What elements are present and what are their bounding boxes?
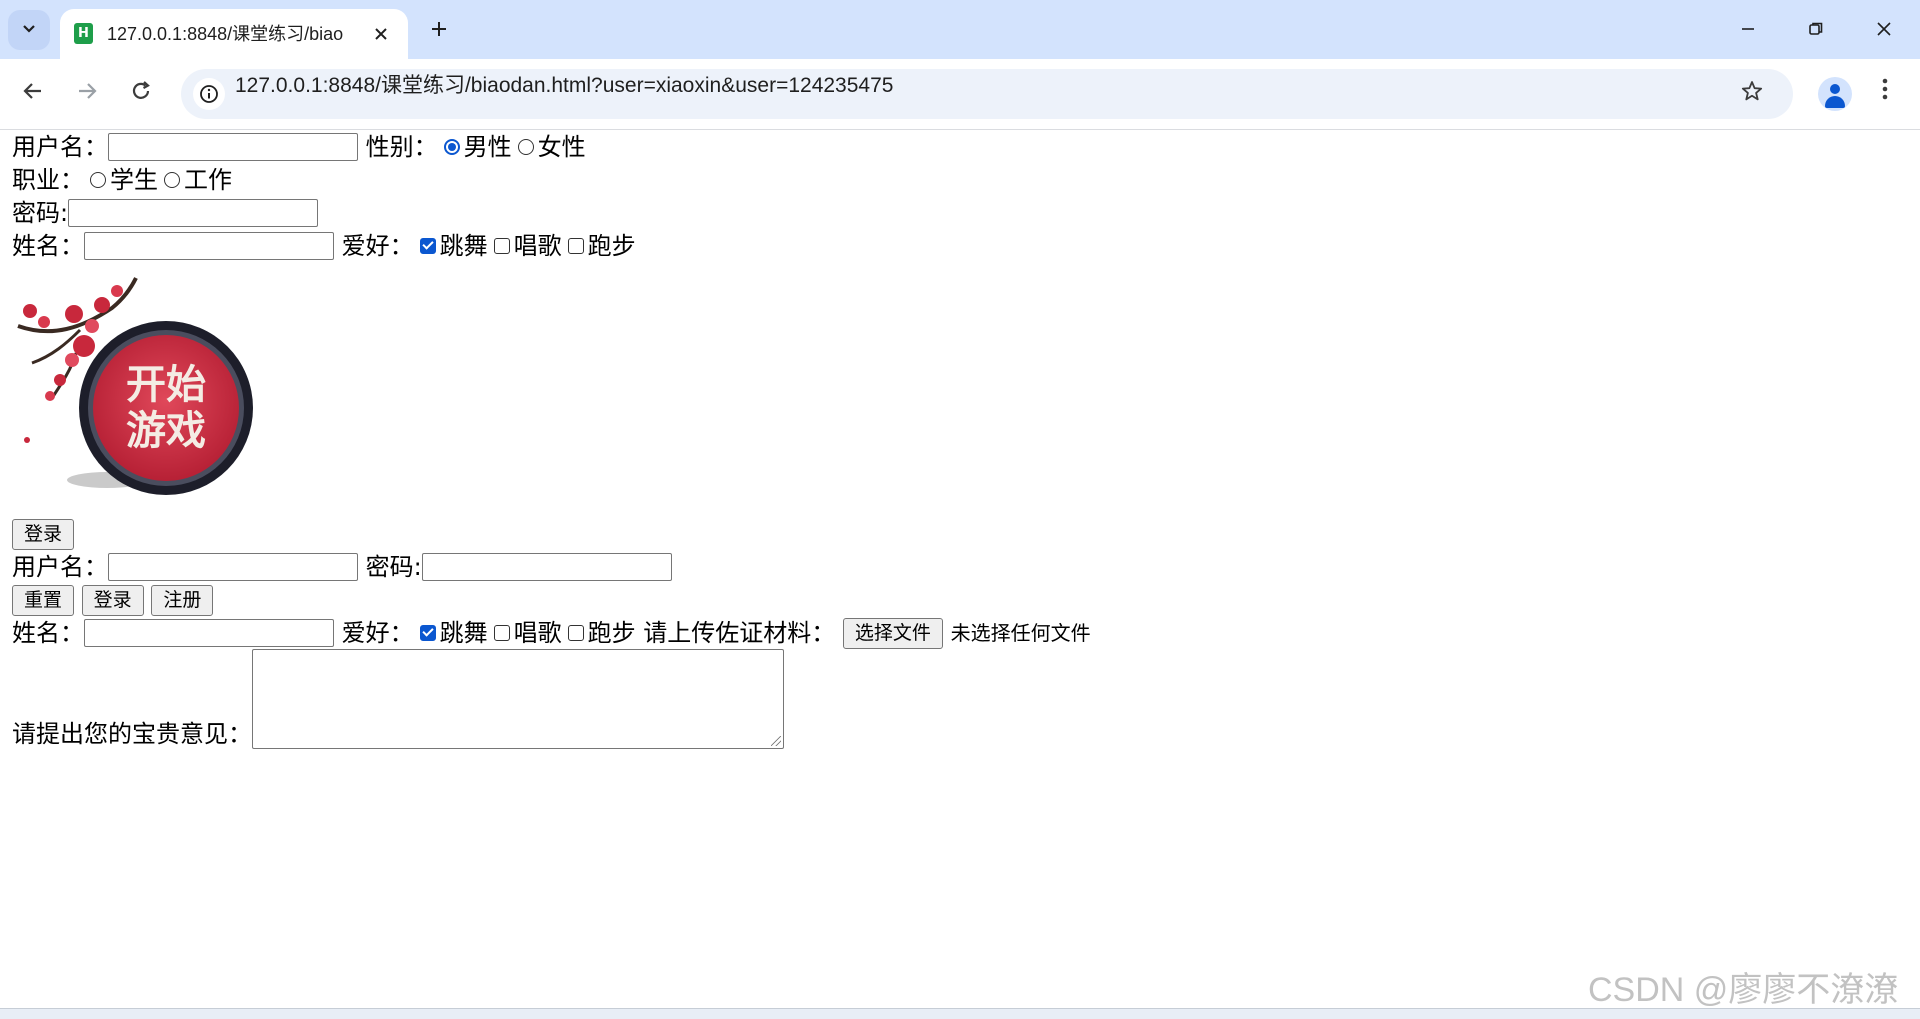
job-label: 职业：: [12, 165, 84, 194]
minimize-button[interactable]: [1728, 12, 1768, 48]
image-text-line1: 开始: [126, 361, 206, 408]
browser-toolbar: 127.0.0.1:8848/课堂练习/biaodan.html?user=xi…: [0, 59, 1920, 130]
password-label: 密码:: [12, 198, 69, 227]
info-icon: [200, 85, 218, 103]
chevron-down-icon: [21, 20, 37, 40]
row-job: 职业： 学生 工作: [12, 163, 1912, 196]
plus-icon: [432, 22, 446, 36]
feedback-label: 请提出您的宝贵意见：: [12, 720, 252, 748]
row-name2-hobby2-upload: 姓名： 爱好： 跳舞 唱歌 跑步 请上传佐证材料： 选择文件 未选择任何文件: [12, 616, 1912, 649]
hobby-checkbox-dance[interactable]: [419, 238, 436, 254]
job-option-work: 工作: [184, 165, 232, 194]
upload-label: 请上传佐证材料：: [643, 618, 836, 647]
row-login: 登录: [12, 517, 1912, 550]
register-button[interactable]: 注册: [151, 584, 214, 616]
tab-title: 127.0.0.1:8848/课堂练习/biao: [107, 24, 344, 44]
gender-option-male: 男性: [463, 132, 512, 161]
address-bar[interactable]: 127.0.0.1:8848/课堂练习/biaodan.html?user=xi…: [181, 69, 1793, 119]
hobby2-checkbox-sing[interactable]: [493, 625, 510, 641]
browser-tab[interactable]: H 127.0.0.1:8848/课堂练习/biao: [60, 9, 408, 59]
restore-icon: [1809, 22, 1823, 35]
arrow-right-icon: [79, 83, 97, 99]
hobby-option-run: 跑步: [587, 231, 636, 260]
minimize-icon: [1742, 28, 1754, 30]
hobby-checkbox-run[interactable]: [567, 238, 584, 254]
close-icon: [375, 28, 387, 40]
username2-label: 用户名：: [12, 552, 108, 581]
close-icon: [1877, 22, 1891, 36]
tab-search-button[interactable]: [8, 10, 50, 50]
tab-strip: H 127.0.0.1:8848/课堂练习/biao: [0, 0, 1920, 59]
hobby-checkbox-sing[interactable]: [493, 238, 510, 254]
star-icon: [1741, 81, 1763, 101]
name2-label: 姓名：: [12, 618, 84, 647]
row-buttons: 重置 登录 注册: [12, 583, 1912, 616]
csdn-watermark: CSDN @廖廖不潦潦: [1588, 971, 1899, 1009]
hobby2-checkbox-dance[interactable]: [419, 625, 436, 641]
profile-button[interactable]: [1818, 77, 1852, 111]
password-input[interactable]: [68, 199, 319, 227]
page-favicon-icon: H: [74, 23, 93, 44]
job-option-student: 学生: [110, 165, 158, 194]
gender-option-female: 女性: [537, 132, 586, 161]
feedback-textarea[interactable]: [252, 649, 784, 749]
hobby2-option-run: 跑步: [587, 618, 636, 647]
close-tab-button[interactable]: [368, 21, 394, 47]
gender-label: 性别：: [365, 132, 438, 161]
page-content: 用户名： 性别： 男性 女性 职业： 学生 工作 密码: 姓名： 爱好： 跳舞 唱歌 跑步: [12, 130, 1912, 753]
row-name-hobby: 姓名： 爱好： 跳舞 唱歌 跑步: [12, 229, 1912, 262]
name-input[interactable]: [84, 232, 334, 260]
reset-button[interactable]: 重置: [12, 584, 75, 616]
resize-handle[interactable]: [771, 736, 781, 746]
reload-icon: [132, 81, 150, 99]
browser-menu-button[interactable]: [1868, 77, 1902, 111]
job-radio-work[interactable]: [164, 172, 180, 188]
username-input[interactable]: [108, 133, 358, 161]
hobby-label: 爱好：: [341, 231, 414, 260]
kebab-icon: [1882, 78, 1888, 100]
password2-label: 密码:: [365, 552, 422, 581]
start-game-image: 开始 游戏: [17, 277, 253, 495]
name-label: 姓名：: [12, 231, 84, 260]
taskbar-edge: [0, 1008, 1920, 1019]
bookmark-button[interactable]: [1735, 77, 1769, 111]
hobby-option-dance: 跳舞: [439, 231, 488, 260]
job-radio-student[interactable]: [90, 172, 106, 188]
row-feedback: 请提出您的宝贵意见：: [12, 649, 1912, 753]
choose-file-button[interactable]: 选择文件: [842, 617, 943, 649]
username2-input[interactable]: [108, 553, 358, 581]
row-password: 密码:: [12, 196, 1912, 229]
hobby-option-sing: 唱歌: [513, 231, 562, 260]
hobby2-option-dance: 跳舞: [439, 618, 488, 647]
restore-button[interactable]: [1796, 12, 1836, 48]
password2-input[interactable]: [421, 553, 672, 581]
file-status-text: 未选择任何文件: [950, 620, 1091, 645]
url-text[interactable]: 127.0.0.1:8848/课堂练习/biaodan.html?user=xi…: [235, 69, 893, 119]
site-info-button[interactable]: [193, 78, 225, 110]
close-window-button[interactable]: [1864, 12, 1904, 48]
username-label: 用户名：: [12, 132, 108, 161]
row-username2-password2: 用户名： 密码:: [12, 550, 1912, 583]
gender-radio-male[interactable]: [443, 139, 460, 155]
name2-input[interactable]: [84, 619, 334, 647]
row-username-gender: 用户名： 性别： 男性 女性: [12, 130, 1912, 163]
gender-radio-female[interactable]: [517, 139, 534, 155]
login-button[interactable]: 登录: [12, 518, 75, 550]
login2-button[interactable]: 登录: [81, 584, 144, 616]
hobby2-label: 爱好：: [341, 618, 414, 647]
reload-button[interactable]: [124, 77, 158, 111]
start-game-image-button[interactable]: 开始 游戏: [12, 268, 284, 513]
image-text-line2: 游戏: [126, 407, 206, 454]
arrow-left-icon: [23, 83, 41, 99]
hobby2-checkbox-run[interactable]: [567, 625, 584, 641]
back-button[interactable]: [16, 77, 50, 111]
forward-button[interactable]: [70, 77, 104, 111]
hobby2-option-sing: 唱歌: [513, 618, 562, 647]
new-tab-button[interactable]: [423, 14, 455, 46]
